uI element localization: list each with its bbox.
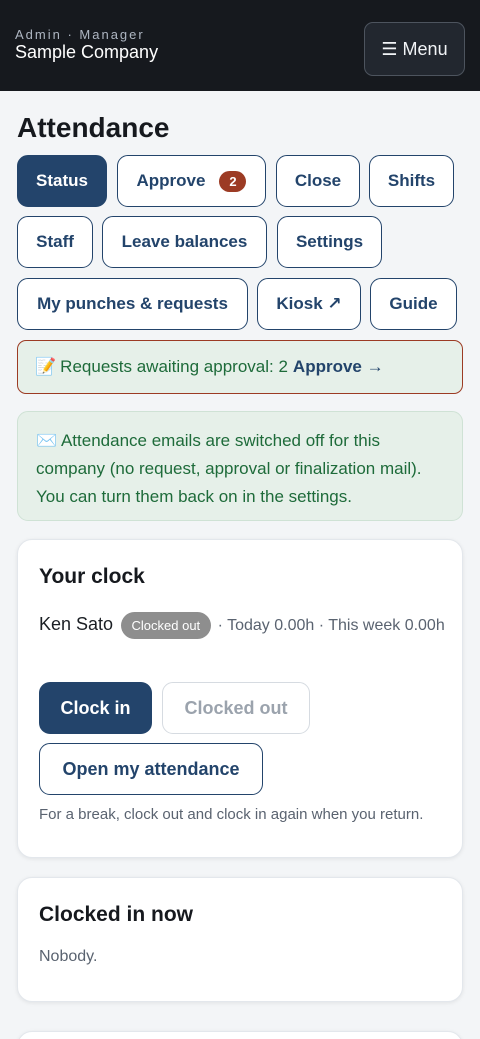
menu-button[interactable]: ☰ Menu — [364, 22, 465, 76]
tab-staff[interactable]: Staff — [17, 216, 93, 268]
your-clock-card: Your clock Ken Sato Clocked out · Today … — [17, 539, 463, 858]
hamburger-icon: ☰ — [381, 38, 398, 59]
notice-text: Attendance emails are switched off for t… — [36, 431, 422, 506]
top-bar: Admin · Manager Sample Company ☰ Menu — [0, 0, 480, 91]
tab-approve[interactable]: Approve 2 — [117, 155, 266, 207]
open-my-attendance-button[interactable]: Open my attendance — [39, 743, 263, 795]
tab-close[interactable]: Close — [276, 155, 360, 207]
tab-guide[interactable]: Guide — [370, 278, 457, 330]
company-name: Sample Company — [15, 42, 159, 62]
approval-alert: 📝 Requests awaiting approval: 2 Approve … — [17, 340, 463, 394]
employee-name: Ken Sato — [39, 614, 114, 634]
clock-in-button[interactable]: Clock in — [39, 682, 152, 734]
email-notice: ✉️ Attendance emails are switched off fo… — [17, 411, 463, 521]
empty-state-text: Nobody. — [39, 948, 98, 965]
tab-approve-label: Approve — [136, 171, 206, 190]
approve-count-badge: 2 — [219, 170, 247, 192]
your-clock-title: Your clock — [39, 565, 145, 588]
tab-kiosk[interactable]: Kiosk ↗ — [257, 278, 361, 330]
envelope-icon: ✉️ — [36, 431, 58, 450]
clocked-in-now-title: Clocked in now — [39, 903, 194, 926]
tab-settings[interactable]: Settings — [277, 216, 382, 268]
next-card — [17, 1031, 463, 1039]
alert-text: Requests awaiting approval: 2 — [60, 357, 288, 376]
break-hint: For a break, clock out and clock in agai… — [39, 806, 424, 823]
clock-summary: Ken Sato Clocked out · Today 0.00h · Thi… — [39, 608, 449, 642]
tab-my-punches[interactable]: My punches & requests — [17, 278, 248, 330]
menu-label: Menu — [402, 38, 448, 59]
clocked-out-button: Clocked out — [162, 682, 310, 734]
hours-summary: · Today 0.00h · This week 0.00h — [217, 617, 445, 634]
memo-icon: 📝 — [35, 357, 57, 376]
approve-link[interactable]: Approve → — [293, 357, 384, 377]
tab-shifts[interactable]: Shifts — [369, 155, 454, 207]
clocked-in-now-card: Clocked in now Nobody. — [17, 877, 463, 1002]
tab-status[interactable]: Status — [17, 155, 107, 207]
page-title: Attendance — [17, 112, 170, 143]
tab-leave-balances[interactable]: Leave balances — [102, 216, 267, 268]
user-role: Admin · Manager — [15, 27, 145, 42]
status-badge: Clocked out — [120, 612, 212, 640]
